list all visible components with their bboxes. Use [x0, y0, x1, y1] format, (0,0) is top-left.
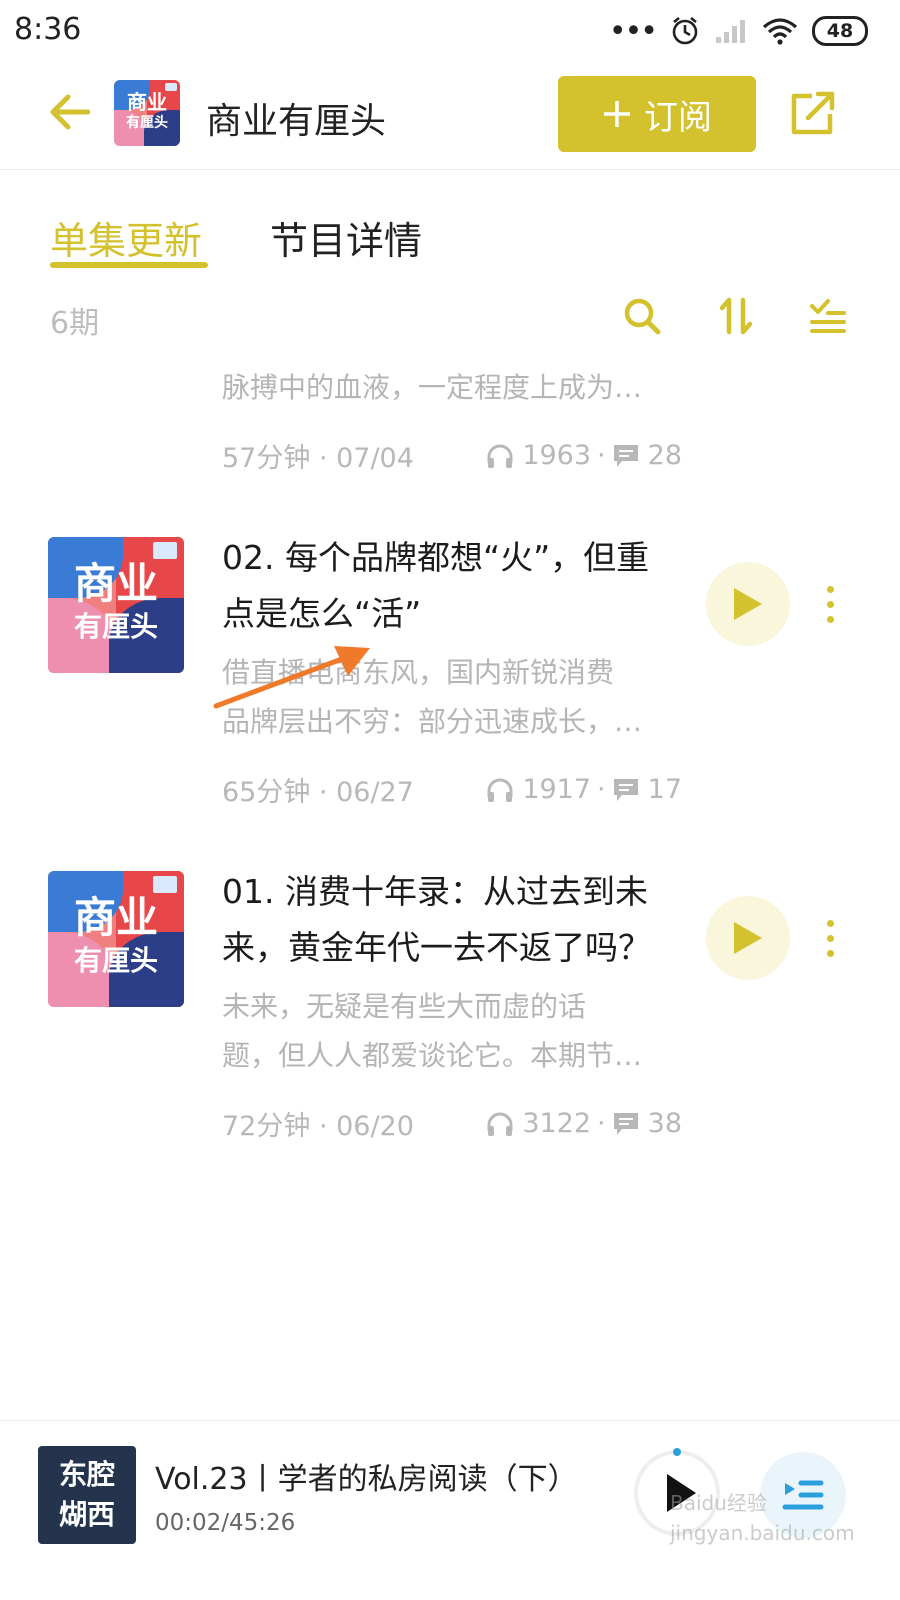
cover-text-line1: 商业 — [127, 90, 167, 114]
cover-text-line2: 有厘头 — [73, 610, 158, 643]
comment-count: 17 — [647, 774, 682, 805]
play-count: 1917 — [522, 774, 592, 805]
episode-play-button[interactable] — [706, 896, 790, 980]
now-playing-cover: 东腔 煳西 — [38, 1446, 136, 1544]
share-icon[interactable] — [790, 90, 836, 136]
playback-progress-dot — [673, 1448, 681, 1456]
episode-cover-thumbnail: 商业 有厘头 — [48, 537, 184, 673]
play-count: 3122 — [522, 1108, 592, 1139]
status-time: 8:36 — [14, 12, 82, 47]
headphones-icon — [487, 444, 513, 468]
show-cover-thumbnail: 商业 有厘头 — [114, 80, 180, 146]
list-item-episode-01[interactable]: 商业 有厘头 01. 消费十年录：从过去到未 来，黄金年代一去不返了吗？ 未来，… — [0, 854, 900, 1144]
back-arrow-icon[interactable] — [48, 92, 90, 132]
episode-duration-date: 57分钟 · 07/04 — [222, 443, 414, 474]
sort-icon[interactable] — [716, 296, 756, 336]
status-bar: 8:36 ••• 48 — [0, 0, 900, 62]
subscribe-button[interactable]: 订阅 — [558, 76, 756, 152]
play-icon — [734, 588, 762, 620]
play-count: 1963 — [522, 440, 592, 471]
episode-title: 02. 每个品牌都想“火”，但重 点是怎么“活” — [222, 538, 650, 633]
now-playing-time: 00:02/45:26 — [155, 1510, 296, 1536]
comment-icon — [613, 778, 638, 801]
plus-icon — [604, 101, 630, 127]
cover-text-line1: 商业 — [73, 893, 158, 942]
episode-title: 01. 消费十年录：从过去到未 来，黄金年代一去不返了吗？ — [222, 872, 651, 967]
wifi-icon — [762, 18, 798, 45]
subscribe-label: 订阅 — [644, 97, 712, 138]
episode-meta: 57分钟 · 07/04 1963 · 28 — [222, 436, 682, 475]
episode-snippet: 未来，无疑是有些大而虚的话 题，但人人都爱谈论它。本期节… — [222, 990, 643, 1072]
comment-count: 38 — [647, 1108, 682, 1139]
cover-text-line1: 商业 — [73, 559, 158, 608]
annotation-arrow-icon — [213, 646, 370, 709]
alarm-icon — [672, 16, 698, 45]
show-title: 商业有厘头 — [206, 101, 387, 142]
episode-cover-thumbnail: 商业 有厘头 — [48, 871, 184, 1007]
active-tab-indicator — [50, 262, 208, 268]
list-item-episode-02[interactable]: 商业 有厘头 02. 每个品牌都想“火”，但重 点是怎么“活” 借直播电商东风，… — [0, 520, 900, 810]
search-icon[interactable] — [622, 296, 662, 336]
episode-duration-date: 72分钟 · 06/20 — [222, 1111, 414, 1142]
list-item-partial[interactable]: 脉搏中的血液，一定程度上成为… 57分钟 · 07/04 1963 · 28 — [0, 340, 900, 474]
tab-program-details[interactable]: 节目详情 — [270, 210, 422, 265]
tab-episodes[interactable]: 单集更新 — [50, 210, 202, 265]
signal-icon — [716, 20, 745, 43]
now-playing-title: Vol.23丨学者的私房阅读（下） — [155, 1462, 578, 1497]
episode-snippet: 脉搏中的血液，一定程度上成为… — [222, 371, 643, 404]
watermark: Baidu经验 jingyan.baidu.com — [670, 1491, 855, 1545]
comment-icon — [613, 444, 638, 467]
status-icons: ••• 48 — [608, 13, 868, 49]
episode-count: 6期 — [50, 306, 100, 341]
more-options-icon[interactable] — [820, 920, 840, 957]
episode-meta: 65分钟 · 06/27 1917 · 17 — [222, 770, 682, 809]
headphones-icon — [487, 1112, 513, 1136]
episode-meta: 72分钟 · 06/20 3122 · 38 — [222, 1104, 682, 1143]
more-options-icon[interactable] — [820, 586, 840, 623]
batch-select-icon[interactable] — [808, 296, 848, 336]
comment-icon — [613, 1112, 638, 1135]
cover-text-line2: 有厘头 — [73, 944, 158, 977]
episode-duration-date: 65分钟 · 06/27 — [222, 777, 414, 808]
play-icon — [734, 922, 762, 954]
headphones-icon — [487, 778, 513, 802]
more-dots-status-icon: ••• — [608, 13, 658, 49]
battery-indicator: 48 — [812, 16, 868, 46]
comment-count: 28 — [647, 440, 682, 471]
episode-play-button[interactable] — [706, 562, 790, 646]
cover-text-line2: 有厘头 — [126, 115, 168, 131]
